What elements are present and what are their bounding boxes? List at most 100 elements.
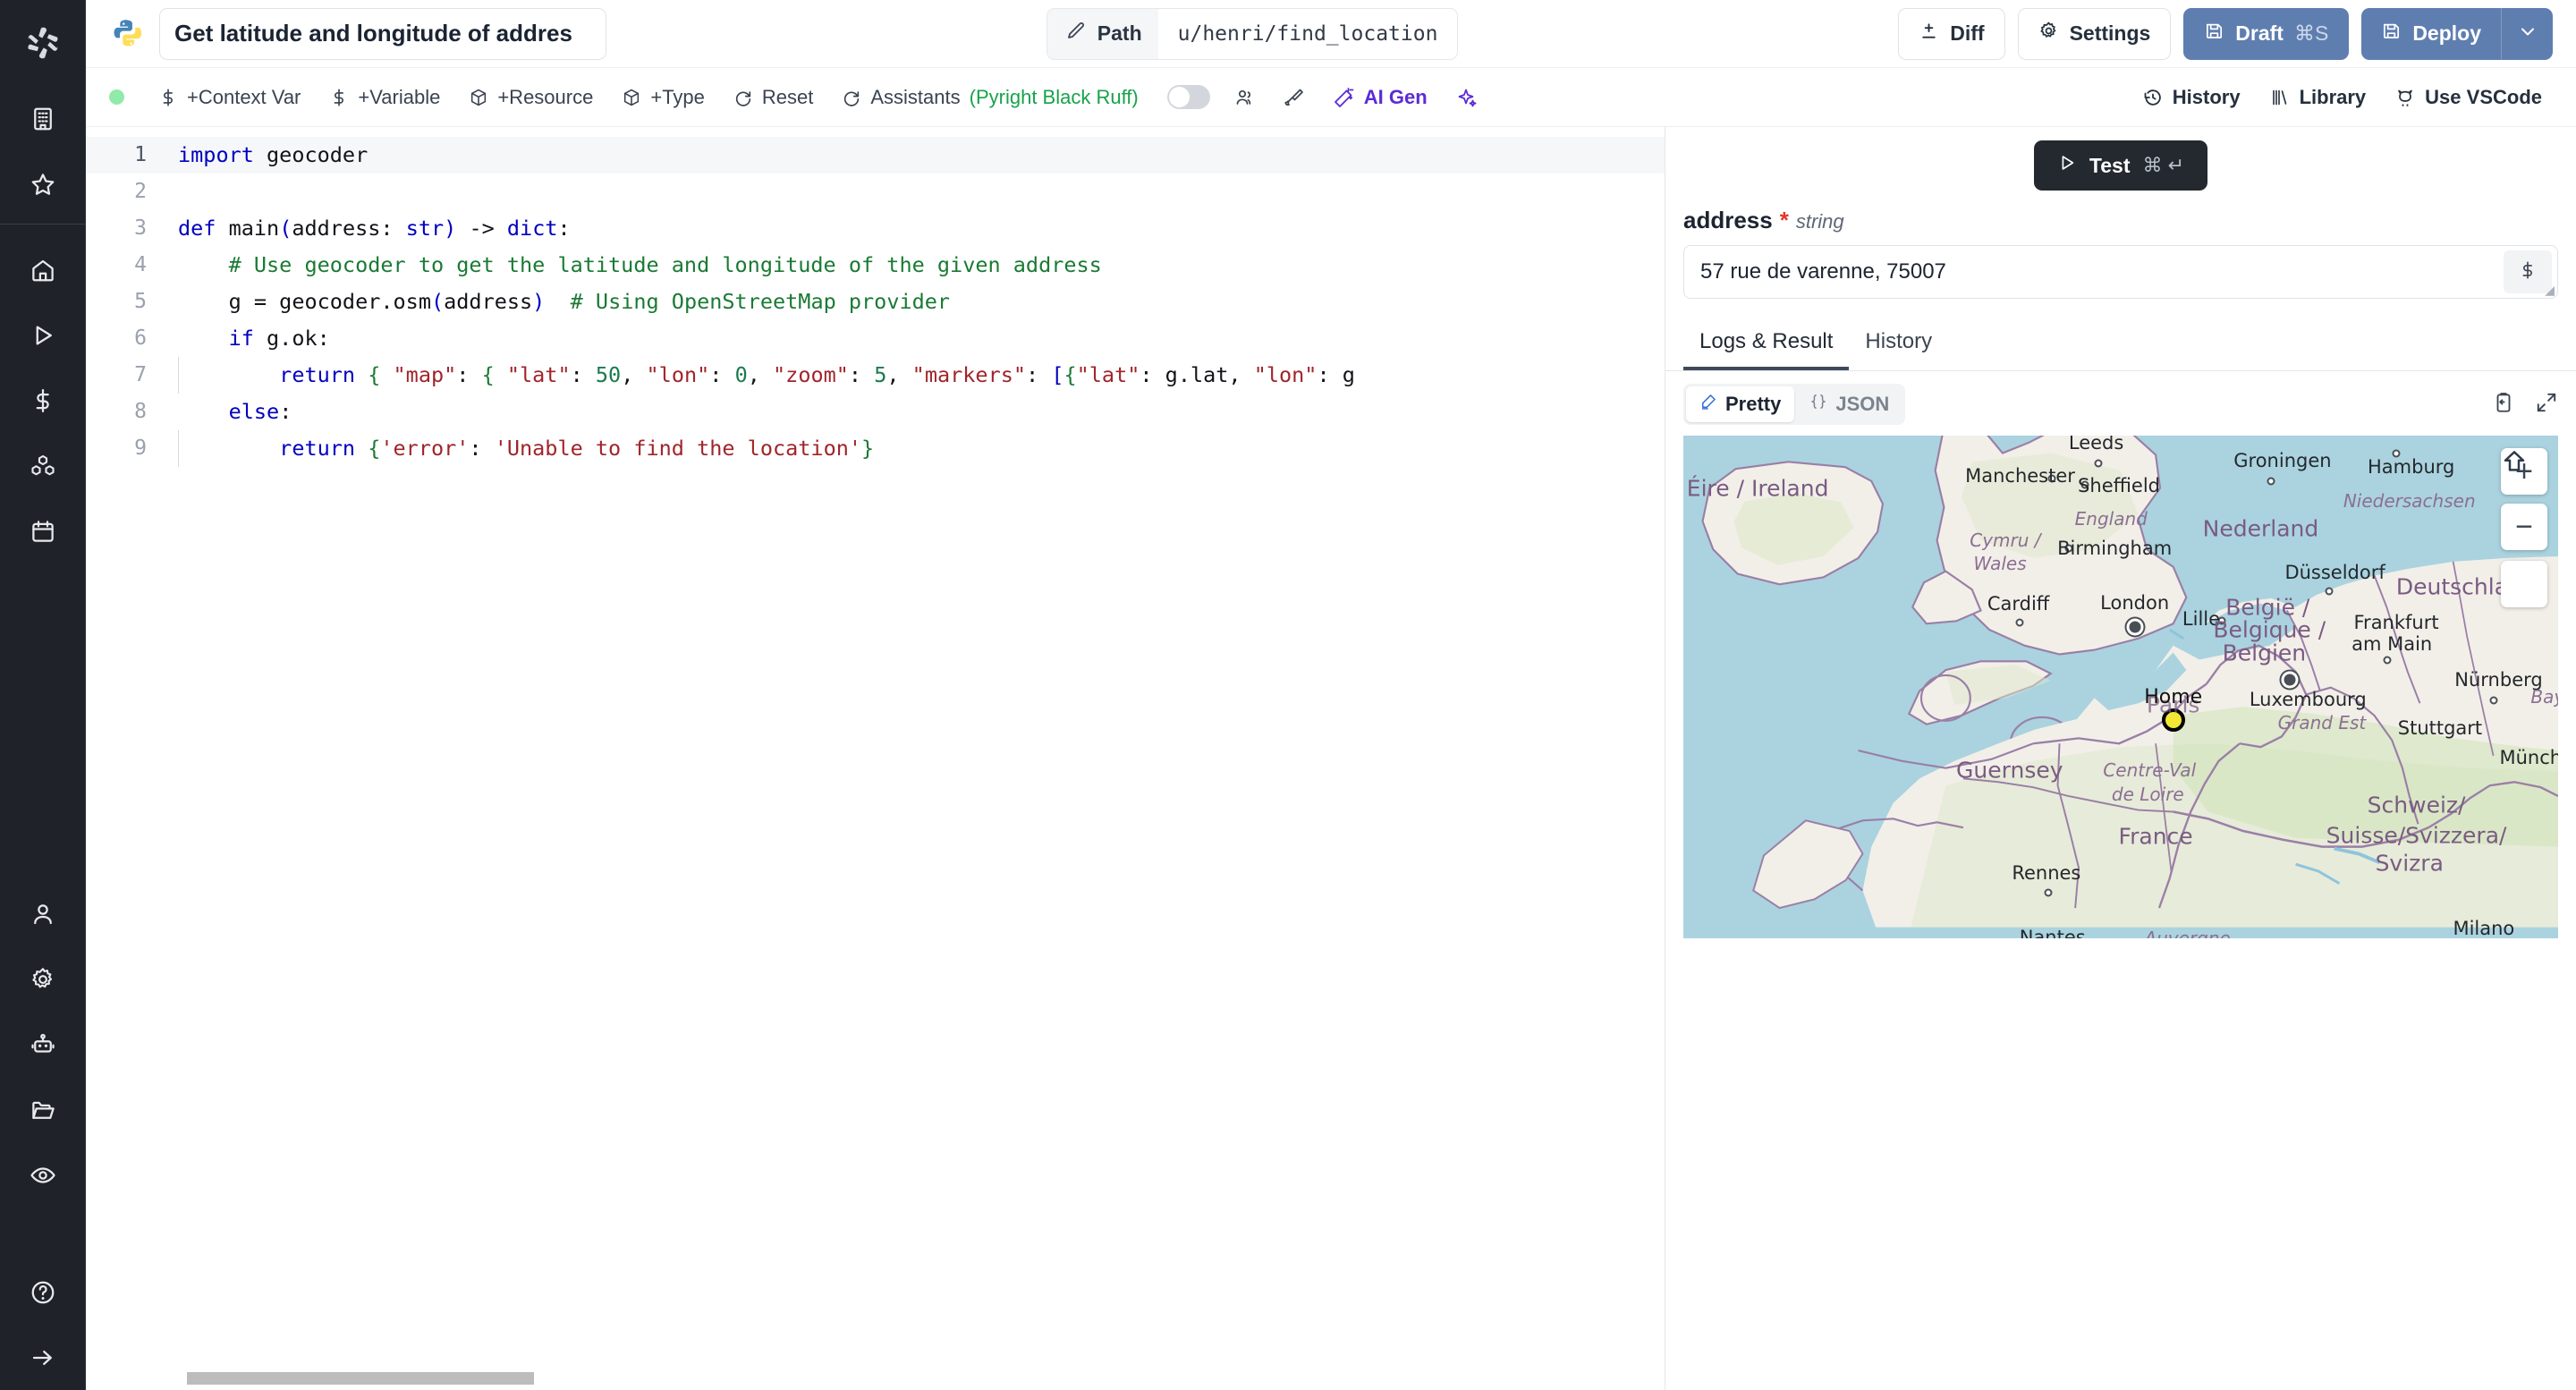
add-type-button[interactable]: +Type [607, 77, 719, 118]
sidebar-item-home[interactable] [0, 237, 85, 302]
sidebar-item-expand[interactable] [0, 1325, 85, 1390]
sidebar-item-workspace[interactable] [0, 86, 85, 151]
sidebar-item-favorites[interactable] [0, 151, 85, 216]
code-editor[interactable]: 1 import geocoder 2 3 def main(address: str)… [86, 127, 1665, 467]
top-bar: Get latitude and longitude of addres Pat… [86, 0, 2576, 68]
code-token: -> [456, 216, 507, 241]
use-vscode-button[interactable]: Use VSCode [2380, 77, 2556, 118]
draft-shortcut: ⌘S [2293, 21, 2329, 45]
library-button[interactable]: Library [2255, 77, 2381, 118]
code-line[interactable]: 1 import geocoder [86, 137, 1665, 174]
collaborators-button[interactable] [1219, 77, 1269, 118]
arguments-form: address* string ◢ [1665, 198, 2576, 299]
windmill-logo-icon[interactable] [0, 0, 85, 86]
code-line[interactable]: 3 def main(address: str) -> dict: [86, 210, 1665, 247]
arg-address-input[interactable] [1684, 246, 2504, 298]
map-marker[interactable] [2161, 708, 2185, 732]
add-resource-button[interactable]: +Resource [454, 77, 607, 118]
reset-button[interactable]: Reset [719, 77, 827, 118]
tab-logs-and-result[interactable]: Logs & Result [1683, 318, 1850, 370]
sidebar-item-schedules[interactable] [0, 498, 85, 564]
arg-address-label-row: address * string [1683, 207, 2558, 234]
view-mode-json-button[interactable]: JSON [1796, 386, 1902, 422]
code-token: : g [1317, 362, 1355, 387]
deploy-label: Deploy [2412, 21, 2481, 45]
map-recenter-button[interactable] [2501, 451, 2547, 607]
tab-history[interactable]: History [1849, 318, 1948, 370]
map-zoom-out-button[interactable]: − [2501, 504, 2547, 550]
code-token: "lat" [494, 362, 571, 387]
test-button[interactable]: Test ⌘ ↵ [2033, 140, 2208, 191]
sidebar-item-user[interactable] [0, 881, 85, 946]
test-label: Test [2089, 153, 2131, 177]
code-line[interactable]: 8 else: [86, 394, 1665, 430]
expand-fullscreen-icon[interactable] [2535, 391, 2558, 419]
history-clock-icon [2142, 87, 2164, 108]
add-type-label: +Type [650, 85, 705, 108]
script-summary-input[interactable]: Get latitude and longitude of addres [159, 7, 606, 60]
code-editor-panel[interactable]: 1 import geocoder 2 3 def main(address: str)… [86, 127, 1665, 1390]
diff-icon [1919, 21, 1939, 47]
result-map[interactable]: Éire / Ireland Manchester Leeds Sheffield En… [1683, 436, 2558, 938]
code-line[interactable]: 4 # Use geocoder to get the latitude and… [86, 247, 1665, 284]
map-city-dot [2064, 544, 2073, 553]
code-token: "zoom" [759, 362, 849, 387]
sidebar-item-audit[interactable] [0, 1142, 85, 1208]
sidebar-item-variables[interactable] [0, 368, 85, 433]
sidebar-item-workers[interactable] [0, 1012, 85, 1077]
workers-robot-icon [30, 1031, 56, 1058]
favorites-star-icon [30, 171, 56, 198]
line-number: 9 [134, 436, 147, 460]
sidebar-item-help[interactable] [0, 1259, 85, 1325]
code-line[interactable]: 2 [86, 174, 1665, 210]
line-number: 1 [134, 143, 147, 166]
code-line[interactable]: 6 if g.ok: [86, 320, 1665, 357]
path-value: u/henri/find_location [1177, 21, 1438, 46]
deploy-button[interactable]: Deploy [2361, 8, 2501, 60]
add-context-var-button[interactable]: +Context Var [144, 77, 315, 118]
code-token: if [178, 326, 254, 351]
code-token: { [355, 362, 381, 387]
code-token: # Using OpenStreetMap provider [545, 289, 951, 314]
top-bar-actions: Diff Settings Draft ⌘S Deploy [1898, 7, 2553, 60]
draft-button[interactable]: Draft ⌘S [2183, 7, 2350, 60]
sidebar-item-resources[interactable] [0, 433, 85, 498]
sidebar-item-runs[interactable] [0, 302, 85, 368]
test-panel: Test ⌘ ↵ address * string 57 rue de vare… [1665, 127, 2576, 1390]
deploy-dropdown-button[interactable] [2501, 7, 2553, 60]
code-token: "markers" [899, 362, 1027, 387]
ai-gen-button[interactable]: AI Gen [1319, 77, 1442, 118]
path-label-group[interactable]: Path [1046, 8, 1158, 59]
path-label: Path [1097, 21, 1142, 45]
line-number: 3 [134, 216, 147, 240]
chevron-down-icon [2517, 21, 2538, 47]
code-token: : [570, 362, 583, 387]
diff-button[interactable]: Diff [1898, 7, 2005, 60]
code-line[interactable]: 7 return { "map": { "lat": 50, "lon": 0,… [86, 357, 1665, 394]
assistants-button[interactable]: Assistants (Pyright Black Ruff) [827, 77, 1152, 118]
line-number: 2 [134, 180, 147, 203]
resources-cubes-icon [30, 453, 56, 479]
add-variable-button[interactable]: +Variable [315, 77, 454, 118]
map-label: Nantes [2019, 926, 2086, 938]
sidebar-item-settings[interactable] [0, 946, 85, 1012]
collab-toggle[interactable] [1166, 85, 1210, 109]
editor-horizontal-scrollbar[interactable] [187, 1372, 534, 1385]
top-bar-center: Path u/henri/find_location [606, 7, 1898, 60]
history-button[interactable]: History [2128, 77, 2255, 118]
code-line[interactable]: 9 return {'error': 'Unable to find the l… [86, 430, 1665, 467]
ai-sparkle-button[interactable] [1442, 77, 1492, 118]
format-brush-button[interactable] [1269, 77, 1319, 118]
map-city-dot [2383, 656, 2392, 665]
sidebar-item-folders[interactable] [0, 1077, 85, 1142]
code-token: } [861, 436, 875, 461]
main-column: Get latitude and longitude of addres Pat… [86, 0, 2576, 1390]
script-path[interactable]: Path u/henri/find_location [1046, 7, 1459, 60]
view-mode-pretty-button[interactable]: Pretty [1686, 386, 1795, 422]
workspace-building-icon [30, 106, 56, 132]
settings-button[interactable]: Settings [2017, 7, 2172, 60]
copy-clipboard-icon[interactable] [2492, 391, 2515, 419]
code-line[interactable]: 5 g = geocoder.osm(address) # Using Open… [86, 284, 1665, 320]
textarea-resize-grip[interactable]: ◢ [2545, 284, 2555, 296]
diff-label: Diff [1950, 21, 1985, 45]
